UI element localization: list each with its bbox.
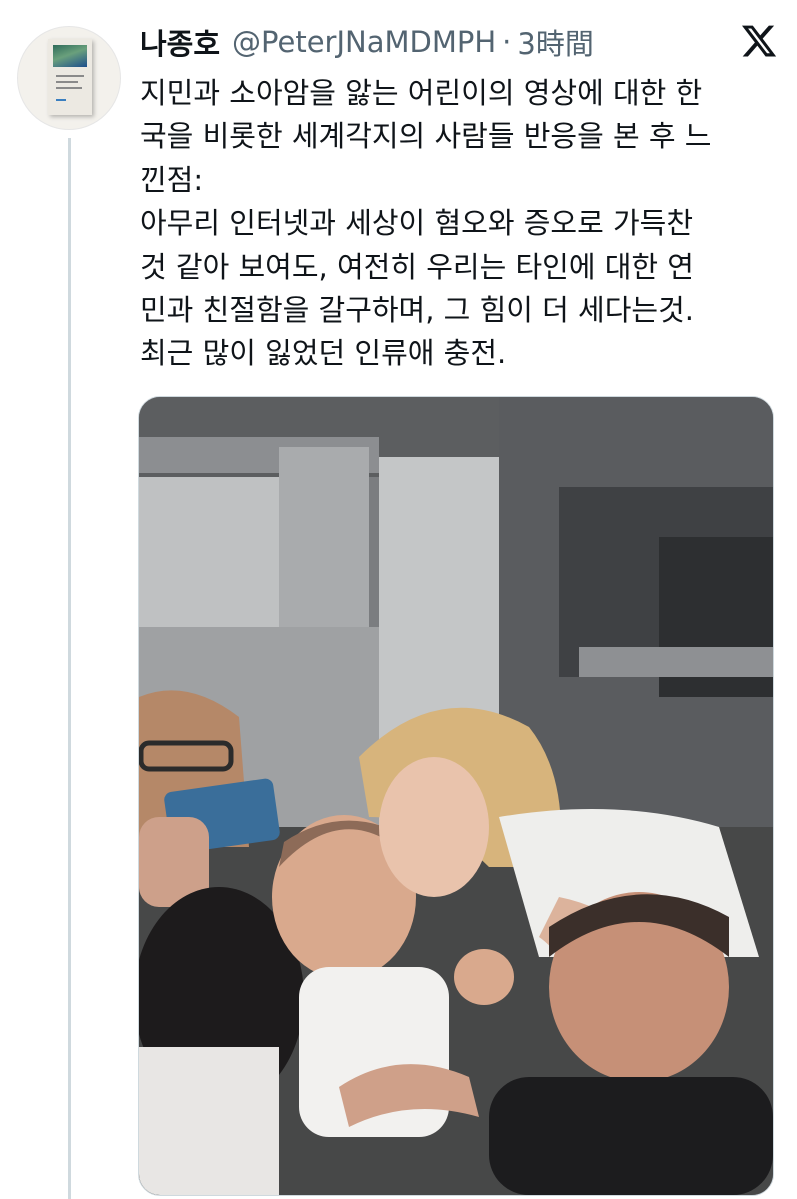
tweet-header: 나종호 @PeterJNaMDMPH · 3時間 [140,20,594,64]
tweet-time[interactable]: 3時間 [517,21,593,63]
tweet-text-line: 지민과 소아암을 앓는 어린이의 영상에 대한 한 [140,76,703,110]
tweet-text-line: 최근 많이 잃었던 인류애 충전. [140,336,507,371]
tweet-text-line: 것 같아 보여도, 여전히 우리는 타인에 대한 연 [140,249,694,284]
book-cover-image [48,39,92,115]
x-logo-icon[interactable] [740,22,778,60]
tweet-text-line: 국을 비롯한 세계각지의 사람들 반응을 본 후 느 [140,119,712,154]
tweet-text-line: 민과 친절함을 갈구하며, 그 힘이 더 세다는것. [140,293,694,328]
concert-photo [139,397,773,1195]
tweet-text-line: 아무리 인터넷과 세상이 혐오와 증오로 가득찬 [140,206,694,241]
tweet-text: 지민과 소아암을 앓는 어린이의 영상에 대한 한 국을 비롯한 세계각지의 사… [140,72,780,376]
separator-dot: · [502,25,512,59]
tweet-text-line: 낀점: [140,162,204,197]
author-handle[interactable]: @PeterJNaMDMPH [232,25,496,59]
avatar[interactable] [17,26,121,130]
tweet-media-photo[interactable] [138,396,774,1196]
thread-line [68,138,71,1199]
author-name[interactable]: 나종호 [140,21,220,63]
